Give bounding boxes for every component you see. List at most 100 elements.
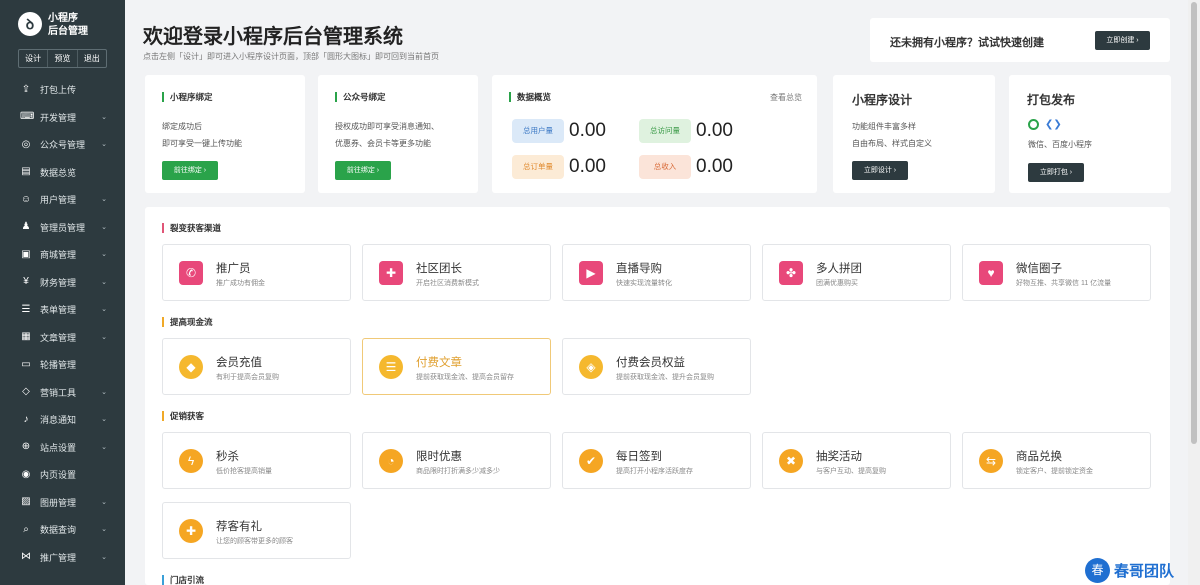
- chevron-down-icon: ⌄: [101, 223, 107, 231]
- sidebar-item[interactable]: ⌨ 开发管理 ⌄: [0, 104, 125, 132]
- feature-name: 多人拼团: [816, 263, 862, 275]
- app-title: 小程序 后台管理: [48, 12, 88, 38]
- feature-name: 推广员: [216, 263, 251, 275]
- sidebar-item[interactable]: ▤ 数据总览: [0, 159, 125, 187]
- upload-icon: ⇪: [21, 83, 31, 95]
- sidebar-item[interactable]: ◎ 公众号管理 ⌄: [0, 131, 125, 159]
- design-card: 小程序设计 功能组件丰富多样 自由布局、样式自定义 立即设计 ›: [833, 75, 995, 193]
- sidebar-item-label: 推广管理: [40, 552, 77, 563]
- publish-card: 打包发布 ❮❯ 微信、百度小程序 立即打包 ›: [1009, 75, 1171, 193]
- article-icon: ▦: [21, 331, 31, 343]
- chevron-down-icon: ⌄: [101, 333, 107, 341]
- feature-tile[interactable]: ✔ 每日签到 提高打开小程序活跃度存: [562, 432, 751, 489]
- puzzle-icon: ✤: [779, 261, 803, 285]
- sidebar-item[interactable]: ♪ 消息通知 ⌄: [0, 406, 125, 434]
- sidebar-item[interactable]: ⊕ 站点设置 ⌄: [0, 434, 125, 462]
- feature-tile[interactable]: ☰ 付费文章 提前获取现金流、提高会员留存: [362, 338, 551, 395]
- stat-value: 0.00: [696, 120, 733, 141]
- feature-desc: 好物互推、共享微信 11 亿流量: [1016, 280, 1112, 287]
- feature-name: 商品兑换: [1016, 451, 1062, 463]
- sidebar-item[interactable]: ☰ 表单管理 ⌄: [0, 296, 125, 324]
- feature-tile[interactable]: ✆ 推广员 推广成功有佣金: [162, 244, 351, 301]
- feature-tile[interactable]: ✚ 荐客有礼 让您的顾客带更多的顾客: [162, 502, 351, 559]
- sidebar-item-label: 用户管理: [40, 195, 77, 206]
- feature-tile[interactable]: ⇆ 商品兑换 锁定客户、提前锁定资金: [962, 432, 1151, 489]
- feature-tile[interactable]: ✖ 抽奖活动 与客户互动、提高复购: [762, 432, 951, 489]
- sidebar-item[interactable]: ¥ 财务管理 ⌄: [0, 269, 125, 297]
- feature-desc: 推广成功有佣金: [216, 280, 265, 287]
- publish-now-button[interactable]: 立即打包 ›: [1028, 163, 1084, 182]
- chevron-down-icon: ⌄: [101, 553, 107, 561]
- sidebar-item-label: 打包上传: [40, 85, 77, 96]
- feature-desc: 团满优惠购买: [816, 280, 858, 287]
- official-bind-button[interactable]: 前往绑定 ›: [335, 161, 391, 180]
- stat-visits: 总访问量 0.00: [639, 119, 733, 143]
- sidebar-item[interactable]: ▦ 文章管理 ⌄: [0, 324, 125, 352]
- bell-icon: ♪: [23, 413, 29, 425]
- sidebar-item[interactable]: ⋈ 推广管理 ⌄: [0, 544, 125, 572]
- admin-icon: ♟: [21, 221, 31, 233]
- feature-tile[interactable]: ϟ 秒杀 低价抢客提高销量: [162, 432, 351, 489]
- official-bind-line1: 授权成功即可享受消息通知、: [335, 122, 439, 131]
- chevron-down-icon: ⌄: [101, 113, 107, 121]
- checkin-icon: ✔: [579, 449, 603, 473]
- app-title-line1: 小程序: [48, 13, 78, 24]
- sidebar-item[interactable]: ▭ 轮播管理: [0, 351, 125, 379]
- publish-desc: 微信、百度小程序: [1028, 140, 1092, 149]
- official-bind-line2: 优惠券、会员卡等更多功能: [335, 139, 431, 148]
- chevron-down-icon: ⌄: [101, 141, 107, 148]
- design-now-button[interactable]: 立即设计 ›: [852, 161, 908, 180]
- feature-tile[interactable]: ♥ 微信圈子 好物互推、共享微信 11 亿流量: [962, 244, 1151, 301]
- feature-name: 直播导购: [616, 263, 662, 275]
- page-title: 欢迎登录小程序后台管理系统: [143, 26, 403, 48]
- home-logo-icon[interactable]: ꝺ: [18, 12, 42, 36]
- feature-tile[interactable]: ✤ 多人拼团团满优惠购买: [762, 244, 951, 301]
- scrollbar-thumb[interactable]: [1191, 2, 1197, 444]
- preview-button[interactable]: 预览: [48, 50, 78, 67]
- form-icon: ☰: [21, 303, 31, 315]
- sidebar-item[interactable]: ⇪ 打包上传: [0, 76, 125, 104]
- design-button[interactable]: 设计: [19, 50, 49, 67]
- create-now-button[interactable]: 立即创建 ›: [1095, 31, 1150, 50]
- sidebar-item[interactable]: ◇ 营销工具 ⌄: [0, 379, 125, 407]
- feature-desc: 让您的顾客带更多的顾客: [216, 538, 293, 545]
- feature-name: 每日签到: [616, 451, 662, 463]
- official-bind-card: 公众号绑定 授权成功即可享受消息通知、 优惠券、会员卡等更多功能 前往绑定 ›: [318, 75, 478, 193]
- sidebar-item-label: 财务管理: [40, 277, 77, 288]
- feature-tile[interactable]: ▶ 直播导购 快速实现流量转化: [562, 244, 751, 301]
- feature-tile[interactable]: ◔ 限时优惠 商品限时打折满多少减多少: [362, 432, 551, 489]
- feature-name: 微信圈子: [1016, 263, 1062, 275]
- finance-icon: ¥: [23, 276, 29, 288]
- design-desc: 功能组件丰富多样 自由布局、样式自定义: [852, 118, 932, 152]
- section-title: 促销获客: [162, 411, 204, 421]
- watermark: 春 春哥团队: [1085, 558, 1174, 583]
- search-data-icon: ⌕: [23, 523, 29, 535]
- feature-desc: 与客户互动、提高复购: [816, 468, 886, 475]
- coin-icon: ◆: [179, 355, 203, 379]
- sidebar-item[interactable]: ♟ 管理员管理 ⌄: [0, 214, 125, 242]
- design-title: 小程序设计: [852, 93, 913, 107]
- logout-button[interactable]: 退出: [78, 50, 106, 67]
- feature-desc: 快速实现流量转化: [616, 280, 672, 287]
- sidebar-item[interactable]: ▣ 商城管理 ⌄: [0, 241, 125, 269]
- chevron-down-icon: ⌄: [101, 251, 107, 258]
- referral-icon: ✚: [179, 519, 203, 543]
- feature-desc: 有利于提高会员复购: [216, 374, 279, 381]
- view-overview-link[interactable]: 查看总览: [770, 92, 802, 103]
- feature-tile[interactable]: ✚ 社区团长 开启社区消费新模式: [362, 244, 551, 301]
- top-actions: 设计 预览 退出: [18, 49, 107, 68]
- sidebar-item-label: 站点设置: [40, 442, 77, 453]
- sidebar-item-label: 内页设置: [40, 470, 77, 481]
- sidebar-item[interactable]: ◉ 内页设置: [0, 461, 125, 489]
- feature-tile[interactable]: ◆ 会员充值 有利于提高会员复购: [162, 338, 351, 395]
- miniapp-bind-button[interactable]: 前往绑定 ›: [162, 161, 218, 180]
- feature-desc: 提前获取现金流、提高会员留存: [416, 374, 514, 381]
- sidebar-item[interactable]: ☺ 用户管理 ⌄: [0, 186, 125, 214]
- scrollbar[interactable]: [1188, 0, 1200, 585]
- sidebar-item[interactable]: ⌕ 数据查询 ⌄: [0, 516, 125, 544]
- miniapp-bind-card: 小程序绑定 绑定成功后 即可享受一键上传功能 前往绑定 ›: [145, 75, 305, 193]
- sidebar-item[interactable]: ▨ 图册管理 ⌄: [0, 489, 125, 517]
- feature-tile[interactable]: ◈ 付费会员权益 提前获取现金流、提升会员复购: [562, 338, 751, 395]
- gift-icon: ✖: [779, 449, 803, 473]
- stat-income: 总收入 0.00: [639, 155, 733, 179]
